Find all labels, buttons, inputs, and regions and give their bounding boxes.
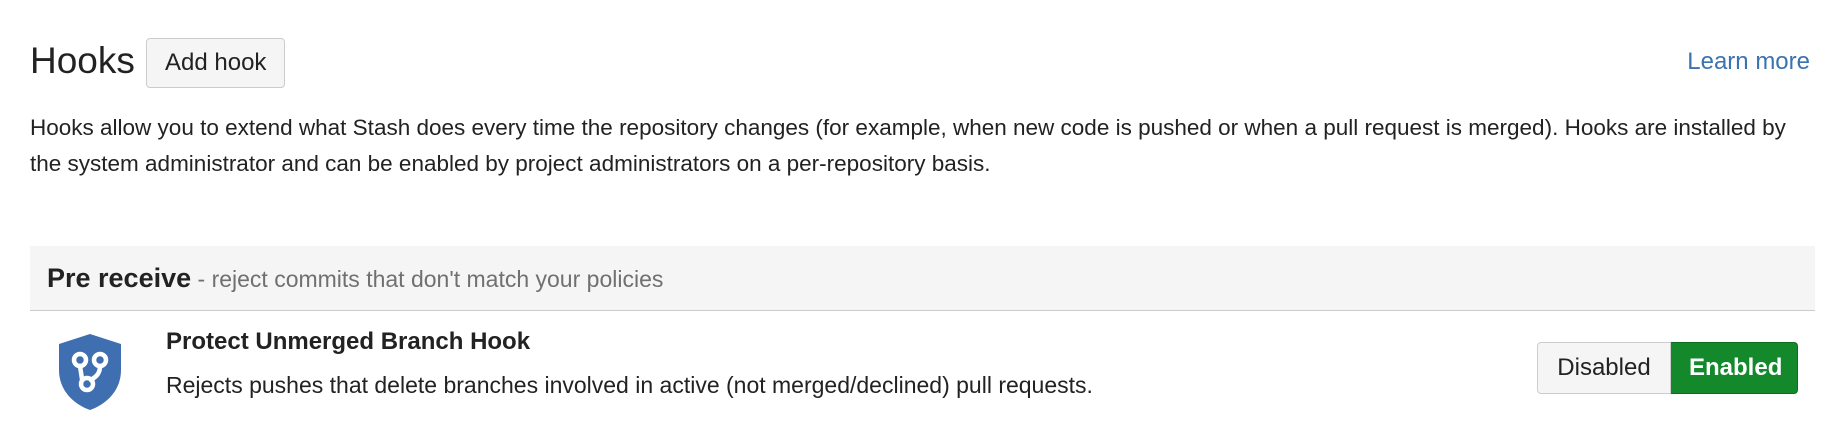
disable-hook-button[interactable]: Disabled xyxy=(1537,342,1671,394)
add-hook-button[interactable]: Add hook xyxy=(146,38,286,88)
hook-enable-toggle: Disabled Enabled xyxy=(1537,342,1798,394)
section-title: Pre receive xyxy=(47,263,192,293)
hooks-description: Hooks allow you to extend what Stash doe… xyxy=(30,115,1786,176)
section-header-pre-receive: Pre receive - reject commits that don't … xyxy=(30,246,1815,311)
hook-name: Protect Unmerged Branch Hook xyxy=(166,328,531,355)
hook-description: Rejects pushes that delete branches invo… xyxy=(166,372,1093,398)
page-header: Hooks Add hook Learn more xyxy=(30,0,1810,112)
section-subtitle: - reject commits that don't match your p… xyxy=(191,266,664,292)
enable-hook-button[interactable]: Enabled xyxy=(1671,342,1798,394)
hook-row: Protect Unmerged Branch Hook Rejects pus… xyxy=(30,312,1815,423)
shield-branch-icon xyxy=(55,332,125,412)
learn-more-link[interactable]: Learn more xyxy=(1687,48,1810,76)
page-title: Hooks xyxy=(30,40,135,81)
